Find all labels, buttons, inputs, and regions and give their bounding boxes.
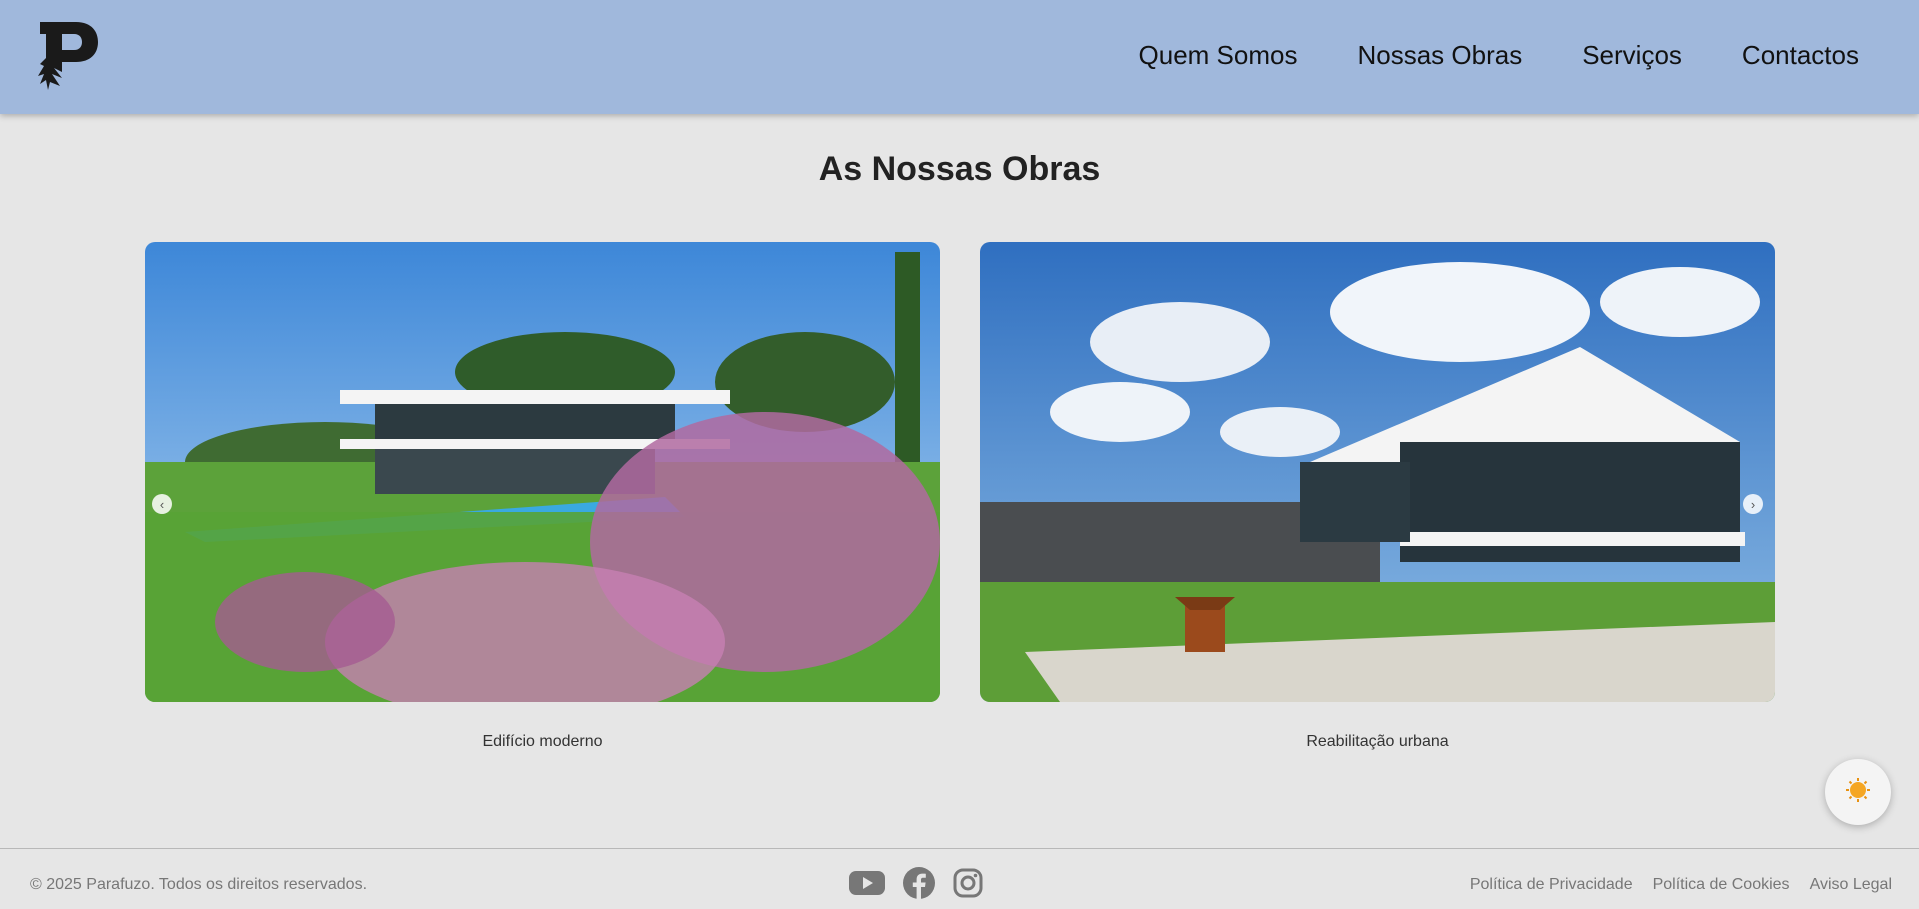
instagram-icon[interactable] (953, 868, 983, 903)
nav-contactos[interactable]: Contactos (1742, 40, 1859, 71)
carousel-next-button[interactable]: › (1743, 494, 1763, 514)
project-caption: Reabilitação urbana (1306, 733, 1449, 750)
cookie-policy-link[interactable]: Política de Cookies (1653, 876, 1790, 894)
legal-links: Política de Privacidade Política de Cook… (1470, 876, 1892, 894)
privacy-policy-link[interactable]: Política de Privacidade (1470, 876, 1633, 894)
copyright-text: © 2025 Parafuzo. Todos os direitos reser… (30, 876, 368, 893)
youtube-icon[interactable] (849, 870, 885, 901)
project-image-urban-rehab[interactable] (980, 242, 1775, 702)
facebook-icon[interactable] (903, 867, 935, 904)
social-links (849, 867, 983, 904)
project-caption: Edifício moderno (482, 733, 603, 750)
nav-nossas-obras[interactable]: Nossas Obras (1357, 40, 1522, 71)
sun-icon (1845, 777, 1871, 808)
carousel-prev-button[interactable]: ‹ (152, 494, 172, 514)
page-title: As Nossas Obras (818, 150, 1101, 188)
nav-servicos[interactable]: Serviços (1582, 40, 1682, 71)
parafuzo-logo[interactable] (36, 20, 100, 90)
nav-quem-somos[interactable]: Quem Somos (1139, 40, 1298, 71)
theme-toggle-button[interactable] (1825, 759, 1891, 825)
legal-notice-link[interactable]: Aviso Legal (1810, 876, 1892, 894)
site-footer: © 2025 Parafuzo. Todos os direitos reser… (0, 848, 1919, 909)
project-image-modern-building[interactable] (145, 242, 940, 702)
site-header: Quem Somos Nossas Obras Serviços Contact… (0, 0, 1919, 114)
main-nav: Quem Somos Nossas Obras Serviços Contact… (1139, 40, 1859, 71)
